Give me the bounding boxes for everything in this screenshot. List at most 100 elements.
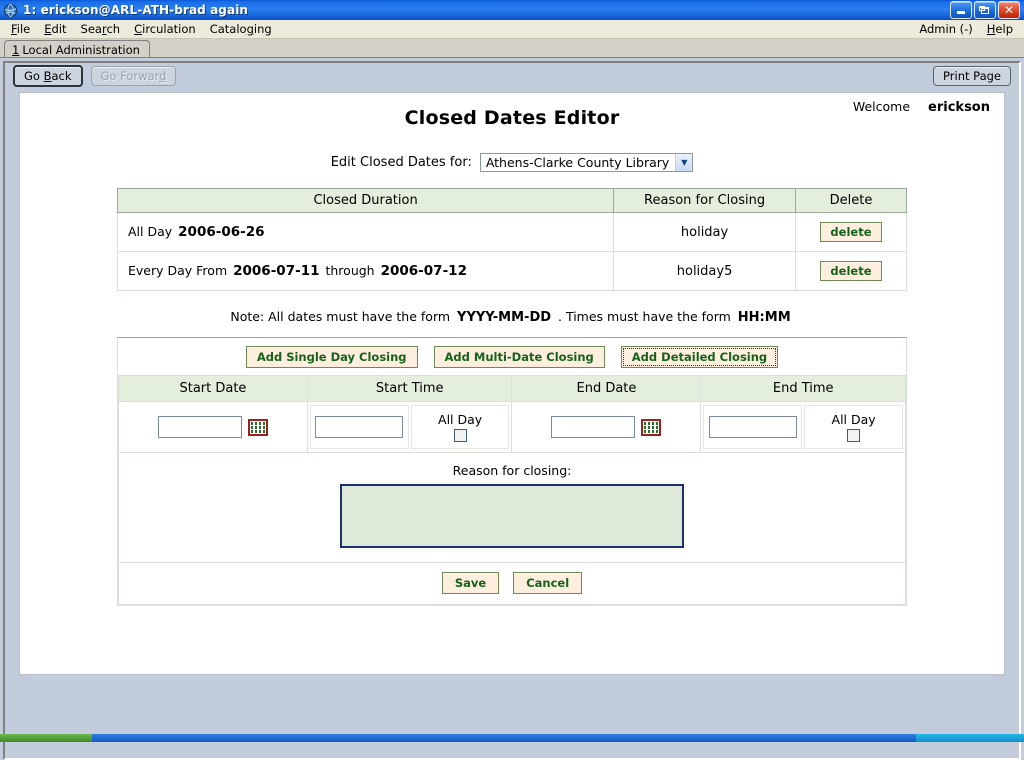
closing-mode-buttons: Add Single Day Closing Add Multi-Date Cl… [118,338,906,376]
closed-dates-table: Closed Duration Reason for Closing Delet… [117,188,907,291]
start-all-day-label: All Day [438,412,482,427]
delete-button[interactable]: delete [820,261,881,281]
tab-local-administration[interactable]: 1Local Administration [4,40,150,57]
duration-date-1: 2006-07-11 [233,263,319,279]
start-all-day-checkbox[interactable] [454,429,467,442]
menu-cataloging[interactable]: Cataloging [203,21,279,37]
menu-help[interactable]: Help [980,21,1020,37]
header-start-date: Start Date [119,376,308,402]
start-time-input[interactable] [315,416,403,438]
menu-file[interactable]: File [4,21,37,37]
end-time-group: All Day [702,404,904,450]
duration-lead: Every Day From [128,263,227,278]
note-date-format: YYYY-MM-DD [457,310,551,325]
note-prefix: Note: All dates must have the form [230,309,450,324]
navigation-toolbar: Go Back Go Forward Print Page [5,63,1019,89]
start-time-group: All Day [309,404,511,450]
cell-duration: Every Day From 2006-07-11 through 2006-07-1… [118,252,614,291]
add-single-day-closing-button[interactable]: Add Single Day Closing [246,346,418,368]
start-all-day-cell: All Day [411,405,510,449]
tab-label: Local Administration [22,43,140,57]
tab-strip: 1Local Administration [0,39,1024,58]
taskbar-tasks[interactable] [92,734,916,742]
start-date-input[interactable] [158,416,242,438]
browser-panel: Go Back Go Forward Print Page Welcome er… [3,61,1021,760]
duration-date-1: 2006-06-26 [178,224,264,240]
library-selector-row: Edit Closed Dates for: Athens-Clarke Cou… [20,153,1004,172]
print-page-button[interactable]: Print Page [933,66,1011,86]
page-content: Welcome erickson Closed Dates Editor Edi… [19,92,1005,675]
add-multi-date-closing-button[interactable]: Add Multi-Date Closing [434,346,605,368]
window-title: 1: erickson@ARL-ATH-brad again [23,3,248,17]
menubar-right: Admin (-) Help [912,21,1020,37]
reason-textarea[interactable] [340,484,684,548]
end-time-input[interactable] [709,416,797,438]
header-delete: Delete [795,189,906,213]
os-taskbar [0,734,1024,742]
start-time-field-cell [310,405,409,449]
maximize-button[interactable] [974,1,996,19]
username-label: erickson [928,100,990,115]
header-start-time: Start Time [307,376,512,402]
add-detailed-closing-button[interactable]: Add Detailed Closing [621,346,778,368]
header-reason: Reason for Closing [614,189,796,213]
format-note: Note: All dates must have the form YYYY-… [20,309,1004,325]
cell-end-date [512,402,701,453]
cell-delete: delete [795,213,906,252]
app-globe-icon [3,3,18,18]
note-time-format: HH:MM [738,310,791,325]
calendar-icon[interactable] [248,419,268,436]
duration-lead: All Day [128,224,172,239]
menu-circulation[interactable]: Circulation [127,21,203,37]
menubar: File Edit Search Circulation Cataloging … [0,20,1024,39]
minimize-button[interactable] [950,1,972,19]
cell-start-time: All Day [307,402,512,453]
system-tray[interactable] [916,734,1024,742]
table-row: Every Day From 2006-07-11 through 2006-07-1… [118,252,907,291]
end-all-day-label: All Day [832,412,876,427]
delete-button[interactable]: delete [820,222,881,242]
note-middle: . Times must have the form [558,309,731,324]
end-all-day-cell: All Day [804,405,903,449]
chevron-down-icon[interactable]: ▼ [675,154,692,171]
save-button[interactable]: Save [442,572,499,594]
table-row: All Day 2006-06-26 holiday delete [118,213,907,252]
cell-duration: All Day 2006-06-26 [118,213,614,252]
form-action-row: Save Cancel [118,563,906,605]
welcome-banner: Welcome erickson [853,99,990,115]
go-forward-button[interactable]: Go Forward [91,66,177,86]
start-button[interactable] [0,734,92,742]
duration-mid: through [325,263,374,278]
header-closed-duration: Closed Duration [118,189,614,213]
cell-reason: holiday [614,213,796,252]
cell-start-date [119,402,308,453]
cell-delete: delete [795,252,906,291]
calendar-icon[interactable] [641,419,661,436]
welcome-label: Welcome [853,99,910,114]
reason-label: Reason for closing: [119,463,905,478]
window-titlebar: 1: erickson@ARL-ATH-brad again ✕ [0,0,1024,20]
cancel-button[interactable]: Cancel [513,572,582,594]
end-all-day-group: All Day [832,412,876,442]
library-selector-label: Edit Closed Dates for: [331,155,472,170]
reason-section: Reason for closing: [118,453,906,563]
header-end-time: End Time [701,376,906,402]
end-all-day-checkbox[interactable] [847,429,860,442]
header-end-date: End Date [512,376,701,402]
library-select[interactable]: Athens-Clarke County Library ▼ [480,153,693,172]
end-time-field-cell [703,405,802,449]
menu-edit[interactable]: Edit [37,21,73,37]
menu-search[interactable]: Search [74,21,128,37]
duration-date-2: 2006-07-12 [381,263,467,279]
form-input-row: All Day [119,402,906,453]
closing-form-panel: Add Single Day Closing Add Multi-Date Cl… [117,337,907,606]
end-date-input[interactable] [551,416,635,438]
menu-admin[interactable]: Admin (-) [912,21,979,37]
closing-fields-table: Start Date Start Time End Date End Time [118,376,906,453]
start-all-day-group: All Day [438,412,482,442]
cell-end-time: All Day [701,402,906,453]
library-select-value: Athens-Clarke County Library [486,155,675,170]
form-header-row: Start Date Start Time End Date End Time [119,376,906,402]
go-back-button[interactable]: Go Back [13,65,83,87]
close-button[interactable]: ✕ [998,1,1020,19]
